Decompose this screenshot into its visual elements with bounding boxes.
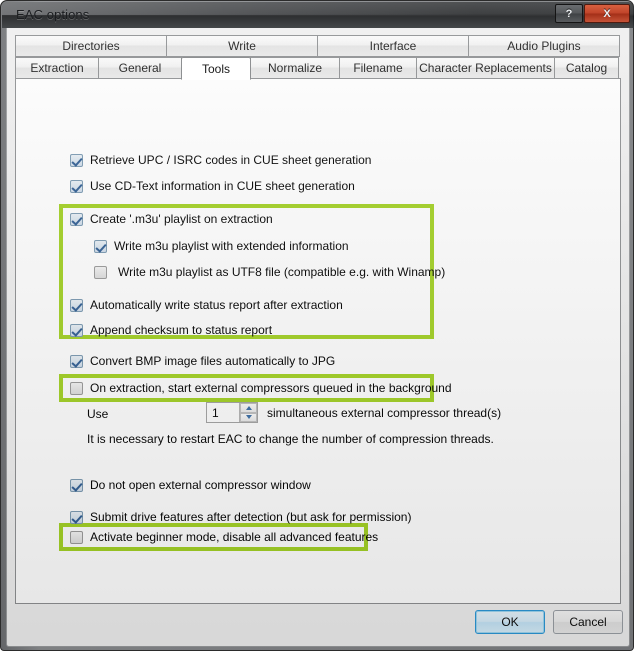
- option-write-m3u-extended[interactable]: Write m3u playlist with extended informa…: [94, 240, 349, 253]
- checkbox-write-m3u-utf8[interactable]: [94, 266, 107, 279]
- close-button[interactable]: X: [584, 4, 630, 23]
- thread-count-value[interactable]: 1: [207, 406, 239, 420]
- eac-options-window: EAC options ? X Directories Write Interf…: [0, 0, 634, 651]
- tab-extraction[interactable]: Extraction: [15, 57, 99, 79]
- tab-audio-plugins[interactable]: Audio Plugins: [468, 35, 620, 57]
- tab-filename[interactable]: Filename: [339, 57, 417, 79]
- checkbox-convert-bmp-to-jpg[interactable]: [70, 355, 83, 368]
- option-no-compressor-window[interactable]: Do not open external compressor window: [70, 479, 311, 492]
- option-label: Automatically write status report after …: [90, 298, 343, 312]
- option-write-m3u-utf8[interactable]: Write m3u playlist as UTF8 file (compati…: [94, 266, 445, 279]
- checkbox-append-checksum[interactable]: [70, 324, 83, 337]
- option-create-m3u-playlist[interactable]: Create '.m3u' playlist on extraction: [70, 213, 273, 226]
- option-label: Write m3u playlist with extended informa…: [114, 239, 349, 253]
- option-label: Submit drive features after detection (b…: [90, 510, 412, 524]
- checkbox-beginner-mode[interactable]: [70, 531, 83, 544]
- dialog-button-bar: OK Cancel: [7, 610, 631, 646]
- tab-row-lower: Extraction General Tools Normalize Filen…: [15, 57, 621, 80]
- option-beginner-mode[interactable]: Activate beginner mode, disable all adva…: [70, 531, 378, 544]
- tab-write[interactable]: Write: [166, 35, 318, 57]
- tab-tools[interactable]: Tools: [181, 57, 251, 80]
- option-auto-write-status-report[interactable]: Automatically write status report after …: [70, 299, 343, 312]
- tools-panel: Retrieve UPC / ISRC codes in CUE sheet g…: [15, 78, 621, 604]
- checkbox-use-cd-text[interactable]: [70, 180, 83, 193]
- checkbox-create-m3u-playlist[interactable]: [70, 213, 83, 226]
- dialog-client-area: Directories Write Interface Audio Plugin…: [6, 28, 630, 647]
- checkbox-retrieve-upc-isrc[interactable]: [70, 154, 83, 167]
- option-label: Write m3u playlist as UTF8 file (compati…: [118, 265, 446, 279]
- cancel-button[interactable]: Cancel: [553, 610, 623, 634]
- option-convert-bmp-to-jpg[interactable]: Convert BMP image files automatically to…: [70, 355, 335, 368]
- tab-row-upper: Directories Write Interface Audio Plugin…: [15, 35, 621, 57]
- stepper-up-icon[interactable]: [240, 403, 257, 413]
- option-use-cd-text[interactable]: Use CD-Text information in CUE sheet gen…: [70, 180, 355, 193]
- option-label: On extraction, start external compressor…: [90, 381, 452, 395]
- tab-directories[interactable]: Directories: [15, 35, 167, 57]
- option-submit-drive-features[interactable]: Submit drive features after detection (b…: [70, 511, 411, 524]
- tab-character-replacements[interactable]: Character Replacements: [416, 57, 555, 79]
- option-label: Convert BMP image files automatically to…: [90, 354, 336, 368]
- checkbox-auto-write-status-report[interactable]: [70, 299, 83, 312]
- restart-note: It is necessary to restart EAC to change…: [87, 432, 494, 446]
- ok-button[interactable]: OK: [475, 610, 545, 634]
- option-label: Activate beginner mode, disable all adva…: [90, 530, 379, 544]
- threads-use-label: Use: [87, 407, 109, 421]
- title-bar-buttons: ? X: [554, 4, 630, 23]
- tab-normalize[interactable]: Normalize: [250, 57, 340, 79]
- option-label: Use CD-Text information in CUE sheet gen…: [90, 179, 355, 193]
- tab-catalog[interactable]: Catalog: [554, 57, 619, 79]
- title-bar: EAC options ? X: [2, 2, 634, 28]
- tab-interface[interactable]: Interface: [317, 35, 469, 57]
- option-append-checksum[interactable]: Append checksum to status report: [70, 324, 272, 337]
- option-label: Retrieve UPC / ISRC codes in CUE sheet g…: [90, 153, 372, 167]
- thread-count-stepper[interactable]: 1: [206, 402, 258, 423]
- checkbox-submit-drive-features[interactable]: [70, 511, 83, 524]
- option-label: Do not open external compressor window: [90, 478, 311, 492]
- option-label: Create '.m3u' playlist on extraction: [90, 212, 273, 226]
- checkbox-no-compressor-window[interactable]: [70, 479, 83, 492]
- stepper-buttons: [239, 403, 257, 422]
- threads-suffix-text: simultaneous external compressor thread(…: [267, 406, 502, 420]
- help-button[interactable]: ?: [555, 4, 583, 23]
- tab-general[interactable]: General: [98, 57, 182, 79]
- checkbox-write-m3u-extended[interactable]: [94, 240, 107, 253]
- option-retrieve-upc-isrc[interactable]: Retrieve UPC / ISRC codes in CUE sheet g…: [70, 154, 371, 167]
- window-title: EAC options: [16, 7, 90, 22]
- option-queued-compressors[interactable]: On extraction, start external compressor…: [70, 382, 452, 395]
- option-label: Append checksum to status report: [90, 323, 273, 337]
- threads-suffix-label: simultaneous external compressor thread(…: [267, 407, 501, 420]
- stepper-down-icon[interactable]: [240, 412, 257, 422]
- checkbox-queued-compressors[interactable]: [70, 382, 83, 395]
- tab-control: Directories Write Interface Audio Plugin…: [15, 35, 621, 80]
